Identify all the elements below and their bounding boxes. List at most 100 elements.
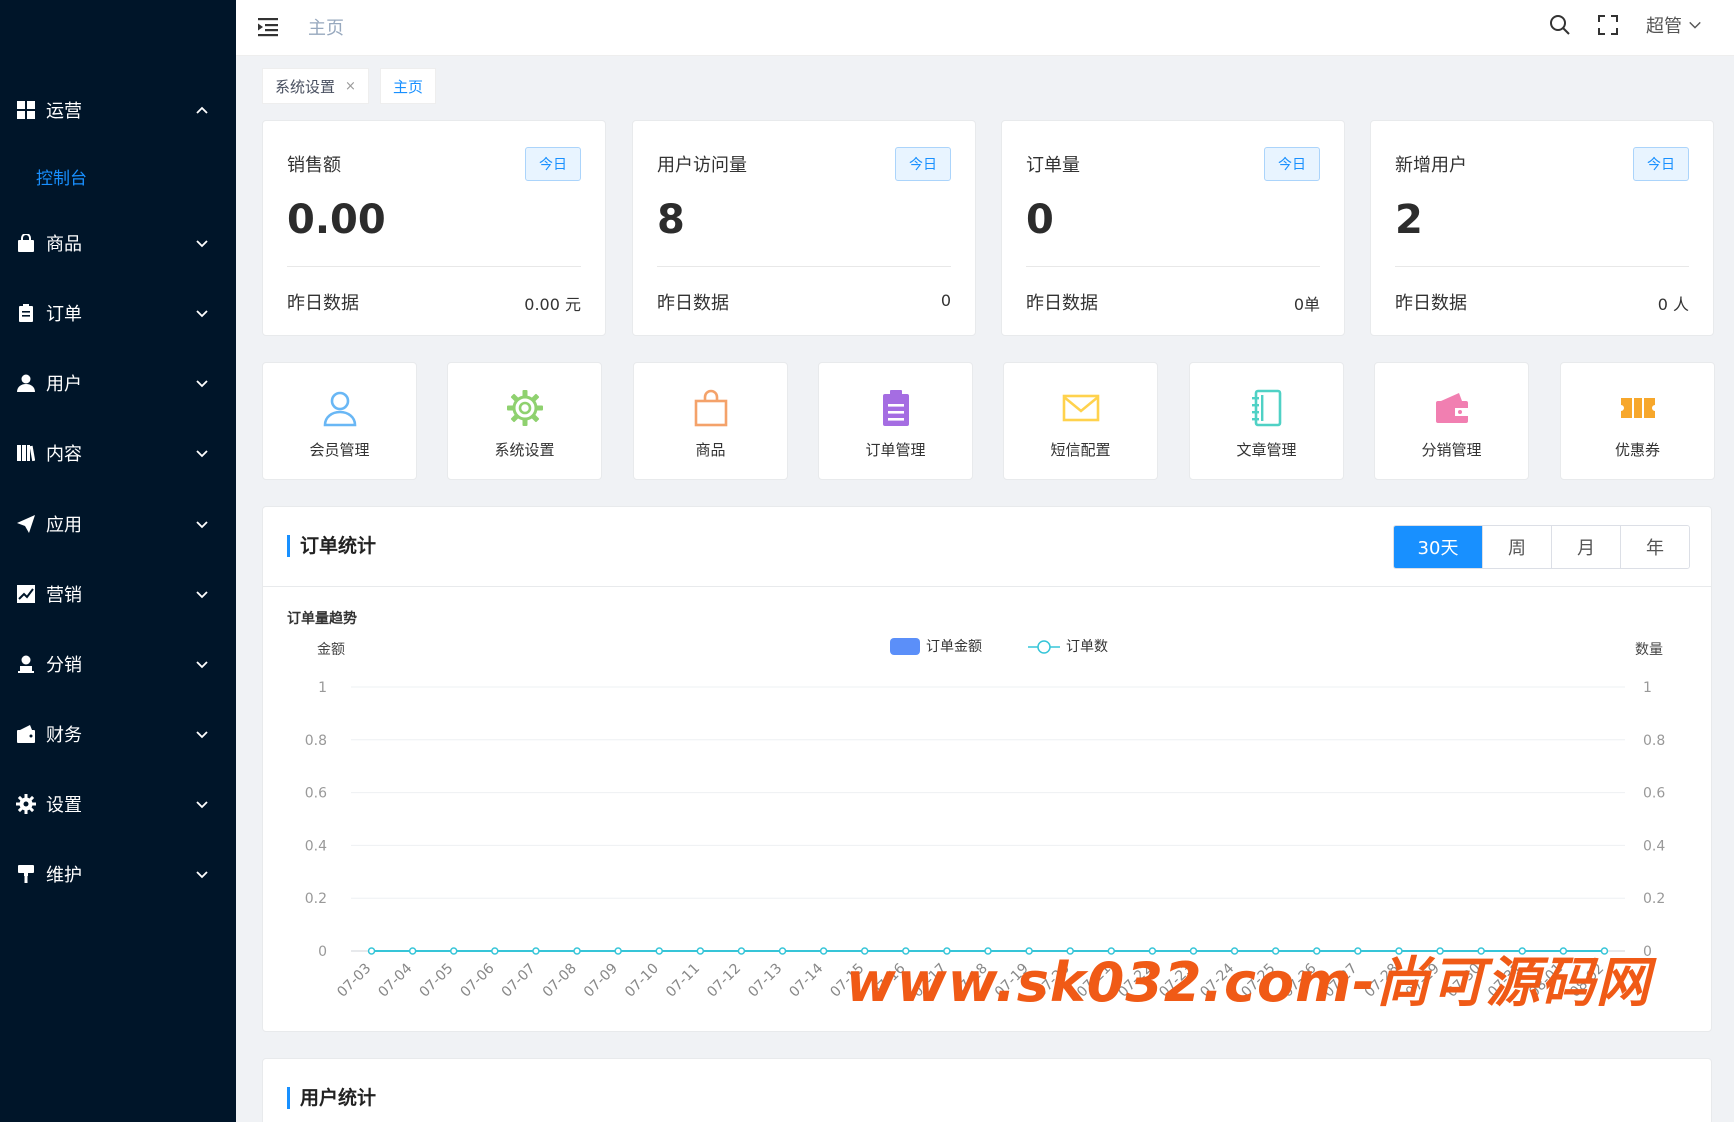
today-badge: 今日 bbox=[525, 147, 581, 181]
stat-value: 0 bbox=[1026, 197, 1054, 243]
x-tick-label: 07-07 bbox=[499, 961, 539, 1001]
x-tick-label: 07-14 bbox=[786, 960, 826, 1000]
wallet-icon bbox=[1435, 393, 1468, 423]
yesterday-label: 昨日数据 bbox=[287, 293, 359, 314]
sidebar-item-products[interactable]: 商品 bbox=[0, 216, 236, 270]
sidebar-subitem-console[interactable]: 控制台 bbox=[0, 151, 236, 201]
fullscreen-icon[interactable] bbox=[1596, 13, 1620, 37]
today-badge: 今日 bbox=[895, 147, 951, 181]
sidebar-item-label: 营销 bbox=[46, 585, 82, 606]
y-tick-label: 0.4 bbox=[305, 838, 327, 854]
user-menu[interactable]: 超管 bbox=[1646, 12, 1702, 38]
sidebar-item-operations[interactable]: 运营 bbox=[0, 83, 236, 137]
range-year-button[interactable]: 年 bbox=[1620, 526, 1689, 568]
y-tick-label: 0.6 bbox=[305, 786, 327, 802]
sidebar-item-users[interactable]: 用户 bbox=[0, 356, 236, 410]
quick-link-settings[interactable]: 系统设置 bbox=[447, 362, 602, 480]
quick-link-coupons[interactable]: 优惠券 bbox=[1560, 362, 1715, 480]
quick-link-products[interactable]: 商品 bbox=[633, 362, 788, 480]
sidebar-item-content[interactable]: 内容 bbox=[0, 426, 236, 480]
quick-link-sms[interactable]: 短信配置 bbox=[1003, 362, 1158, 480]
line-point bbox=[737, 947, 746, 955]
tag-system-settings[interactable]: 系统设置 × bbox=[262, 68, 369, 104]
chevron-down-icon bbox=[196, 521, 208, 529]
y-tick-label: 0.2 bbox=[305, 891, 327, 907]
sidebar-item-label: 设置 bbox=[46, 795, 82, 816]
panel-header: 用户统计 bbox=[263, 1059, 1711, 1122]
sidebar-item-label: 分销 bbox=[46, 655, 82, 676]
person-stamp-icon bbox=[16, 654, 36, 674]
sidebar-item-settings[interactable]: 设置 bbox=[0, 777, 236, 831]
legend-bar-swatch bbox=[890, 638, 920, 655]
sidebar-subitem-label: 控制台 bbox=[36, 168, 87, 189]
today-badge: 今日 bbox=[1633, 147, 1689, 181]
breadcrumb[interactable]: 主页 bbox=[308, 14, 344, 40]
x-tick-label: 07-05 bbox=[416, 961, 456, 1001]
y-tick-label: 1 bbox=[318, 680, 327, 696]
y-tick-label-right: 0.4 bbox=[1643, 838, 1665, 854]
sidebar-item-orders[interactable]: 订单 bbox=[0, 286, 236, 340]
search-icon[interactable] bbox=[1548, 13, 1572, 37]
x-tick-label: 07-11 bbox=[663, 961, 703, 1001]
quick-link-label: 优惠券 bbox=[1614, 441, 1660, 459]
chart-icon bbox=[16, 584, 36, 604]
chevron-up-icon bbox=[196, 106, 208, 114]
menu-fold-icon[interactable] bbox=[256, 14, 282, 40]
range-month-button[interactable]: 月 bbox=[1551, 526, 1620, 568]
sidebar-item-marketing[interactable]: 营销 bbox=[0, 567, 236, 621]
sidebar-item-apps[interactable]: 应用 bbox=[0, 497, 236, 551]
quick-link-orders[interactable]: 订单管理 bbox=[818, 362, 973, 480]
quick-link-articles[interactable]: 文章管理 bbox=[1189, 362, 1344, 480]
sidebar-item-label: 商品 bbox=[46, 234, 82, 255]
sidebar-item-label: 用户 bbox=[46, 374, 82, 395]
stat-title: 销售额 bbox=[287, 155, 341, 176]
line-point bbox=[367, 947, 376, 955]
x-tick-label: 07-12 bbox=[704, 961, 744, 1001]
stat-card-new-users: 新增用户 今日 2 昨日数据 0 人 bbox=[1370, 120, 1714, 336]
y-tick-label-right: 1 bbox=[1643, 680, 1652, 696]
yesterday-label: 昨日数据 bbox=[1395, 293, 1467, 314]
line-point bbox=[449, 947, 458, 955]
yesterday-label: 昨日数据 bbox=[657, 293, 729, 314]
stat-card-sales: 销售额 今日 0.00 昨日数据 0.00 元 bbox=[262, 120, 606, 336]
chevron-down-icon bbox=[196, 240, 208, 248]
yesterday-label: 昨日数据 bbox=[1026, 293, 1098, 314]
close-icon[interactable]: × bbox=[345, 79, 356, 94]
range-week-button[interactable]: 周 bbox=[1482, 526, 1551, 568]
quick-link-label: 会员管理 bbox=[309, 441, 370, 459]
yesterday-value: 0 人 bbox=[1657, 295, 1689, 314]
ticket-icon bbox=[1620, 398, 1655, 418]
user-icon bbox=[16, 373, 36, 393]
tag-home[interactable]: 主页 bbox=[380, 68, 437, 104]
range-30-days-button[interactable]: 30天 bbox=[1394, 526, 1482, 568]
chevron-down-icon bbox=[196, 380, 208, 388]
notebook-icon bbox=[1251, 389, 1281, 427]
chevron-down-icon bbox=[196, 310, 208, 318]
yesterday-value: 0 bbox=[940, 291, 951, 310]
y-axis-label-left: 金额 bbox=[317, 642, 345, 658]
line-point bbox=[696, 947, 705, 955]
quick-link-distribution[interactable]: 分销管理 bbox=[1374, 362, 1529, 480]
chevron-down-icon bbox=[1689, 21, 1701, 29]
line-point bbox=[614, 947, 622, 955]
stat-title: 用户访问量 bbox=[657, 155, 747, 176]
y-tick-label-right: 0.6 bbox=[1643, 786, 1665, 802]
user-stats-panel: 用户统计 bbox=[262, 1058, 1712, 1122]
line-point bbox=[655, 947, 663, 955]
sidebar-item-label: 应用 bbox=[46, 515, 82, 536]
divider bbox=[1026, 266, 1320, 267]
top-bar: 主页 超管 bbox=[236, 0, 1734, 56]
sidebar-item-maintenance[interactable]: 维护 bbox=[0, 847, 236, 901]
quick-link-members[interactable]: 会员管理 bbox=[262, 362, 417, 480]
yesterday-value: 0.00 元 bbox=[524, 295, 581, 314]
quick-link-label: 订单管理 bbox=[865, 441, 926, 459]
range-selector: 30天 周 月 年 bbox=[1393, 525, 1690, 569]
chevron-down-icon bbox=[196, 731, 208, 739]
sidebar-item-distribution[interactable]: 分销 bbox=[0, 637, 236, 691]
stat-value: 8 bbox=[657, 197, 685, 243]
tag-bar: 系统设置 × 主页 bbox=[236, 56, 1734, 116]
stat-title: 新增用户 bbox=[1395, 155, 1467, 176]
x-tick-label: 07-04 bbox=[375, 960, 415, 1000]
sidebar-item-finance[interactable]: 财务 bbox=[0, 707, 236, 761]
watermark: www.sk032.com-尚可源码网 bbox=[846, 951, 1651, 1014]
